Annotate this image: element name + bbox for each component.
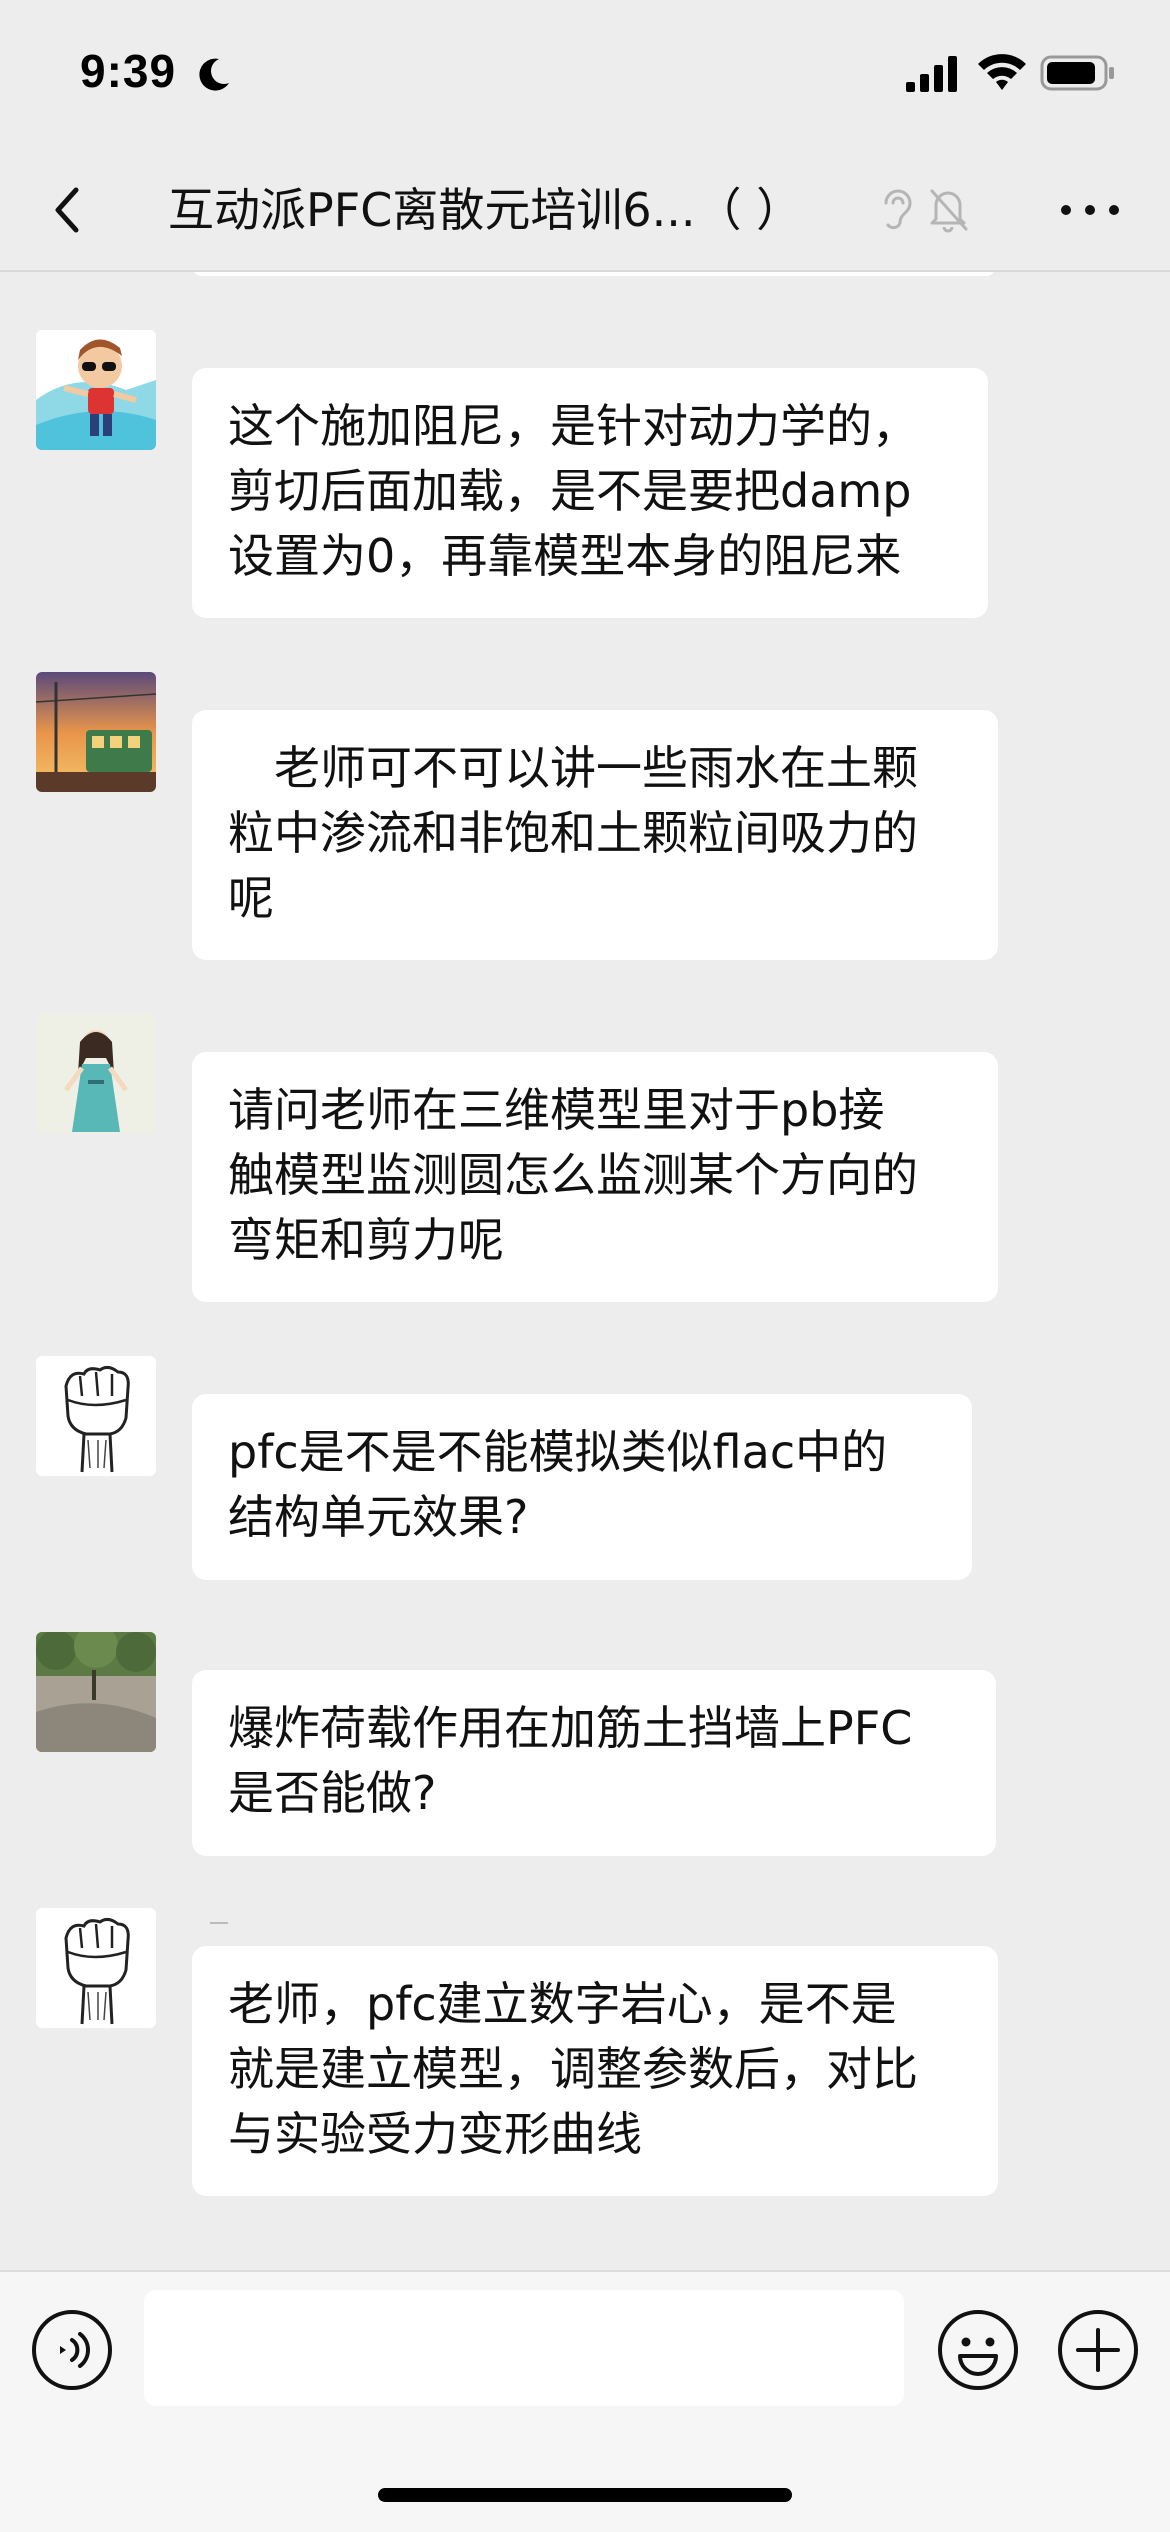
- home-indicator[interactable]: [378, 2488, 792, 2502]
- more-icon[interactable]: [1050, 180, 1130, 240]
- message-bubble[interactable]: 爆炸荷载作用在加筋土挡墙上PFC 是否能做?: [192, 1670, 996, 1856]
- message-bubble[interactable]: 这个施加阻尼，是针对动力学的， 剪切后面加载，是不是要把damp 设置为0，再靠…: [192, 368, 988, 618]
- plus-icon[interactable]: [1056, 2308, 1140, 2392]
- chat-title[interactable]: 互动派PFC离散元培训6...（ ）: [168, 180, 868, 240]
- voice-icon[interactable]: [30, 2308, 114, 2392]
- message-list[interactable]: 这个施加阻尼，是针对动力学的， 剪切后面加载，是不是要把damp 设置为0，再靠…: [0, 272, 1170, 2270]
- cartoon-boy-avatar[interactable]: [36, 330, 156, 450]
- chat-screen: 9:39 互动派PFC离散元培训6...（ ） 这个施加阻尼，是针对动力学的， …: [0, 0, 1170, 2532]
- signal-icon: [906, 56, 957, 92]
- nav-bar: 互动派PFC离散元培训6...（ ）: [0, 150, 1170, 272]
- park-photo-avatar[interactable]: [36, 1632, 156, 1752]
- message-bubble[interactable]: 请问老师在三维模型里对于pb接 触模型监测圆怎么监测某个方向的 弯矩和剪力呢: [192, 1052, 998, 1302]
- message-input[interactable]: [144, 2290, 904, 2406]
- battery-icon: [1040, 55, 1114, 91]
- message-bubble[interactable]: 老师，pfc建立数字岩心，是不是 就是建立模型，调整参数后，对比 与实验受力变形…: [192, 1946, 998, 2196]
- sunset-train-avatar[interactable]: [36, 672, 156, 792]
- mute-bell-icon: [930, 189, 968, 233]
- fist-sketch-avatar[interactable]: [36, 1908, 156, 2028]
- moon-icon: [199, 58, 229, 91]
- message-bubble[interactable]: 老师可不可以讲一些雨水在土颗 粒中渗流和非饱和土颗粒间吸力的 呢: [192, 710, 998, 960]
- girl-illustration-avatar[interactable]: [36, 1014, 156, 1134]
- sender-name-mark: [210, 1922, 228, 1924]
- status-bar: 9:39: [0, 0, 1170, 150]
- previous-message-bubble-edge: [192, 272, 996, 276]
- back-icon[interactable]: [40, 180, 100, 240]
- message-bubble[interactable]: pfc是不是不能模拟类似flac中的 结构单元效果?: [192, 1394, 972, 1580]
- status-time: 9:39: [80, 45, 177, 97]
- wifi-icon: [978, 54, 1026, 90]
- ear-icon: [884, 189, 912, 230]
- emoji-icon[interactable]: [936, 2308, 1020, 2392]
- fist-sketch-avatar[interactable]: [36, 1356, 156, 1476]
